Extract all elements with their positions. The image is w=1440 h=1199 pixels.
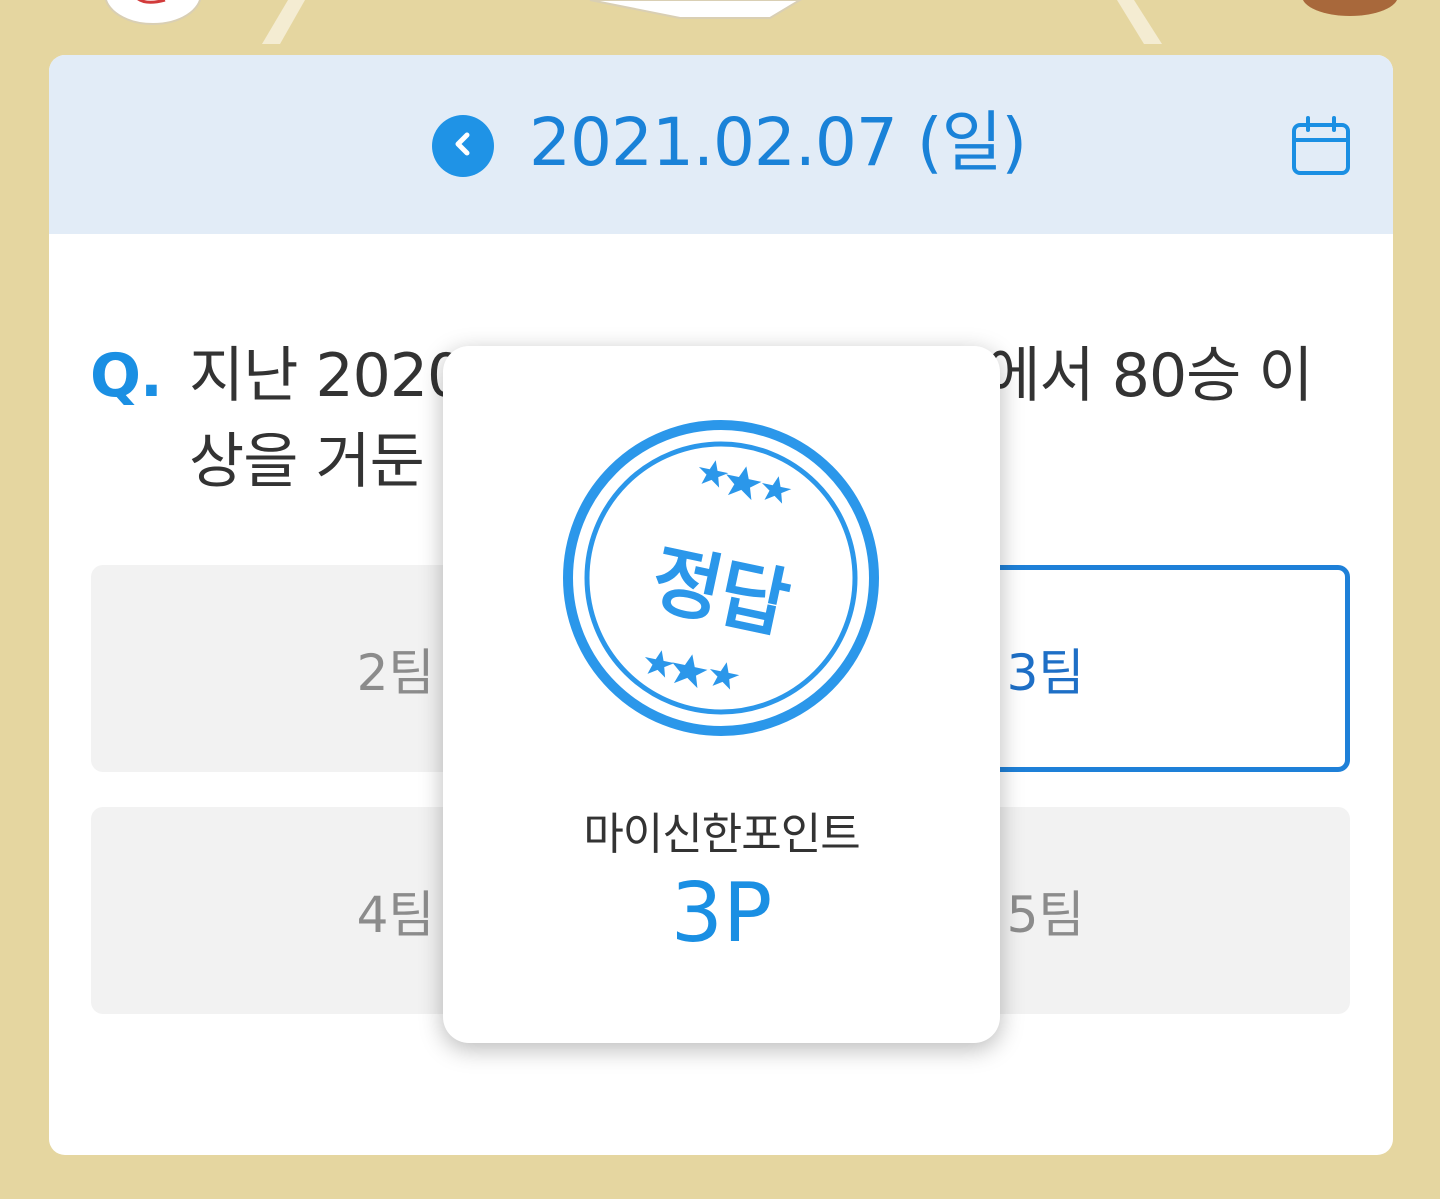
prev-date-button[interactable]	[432, 115, 494, 177]
points-value: 3P	[670, 866, 773, 961]
result-modal[interactable]: 정답 마이신한포인트 3P	[443, 346, 1000, 1043]
date-label: 2021.02.07 (일)	[529, 104, 1027, 181]
date-bar: 2021.02.07 (일)	[49, 55, 1393, 234]
correct-stamp: 정답	[561, 418, 881, 738]
top-decoration	[0, 0, 1440, 56]
chevron-left-icon	[448, 129, 478, 163]
question-prefix: Q.	[90, 341, 163, 411]
calendar-button[interactable]	[1289, 115, 1353, 179]
points-label: 마이신한포인트	[583, 809, 860, 860]
calendar-icon	[1289, 116, 1353, 183]
